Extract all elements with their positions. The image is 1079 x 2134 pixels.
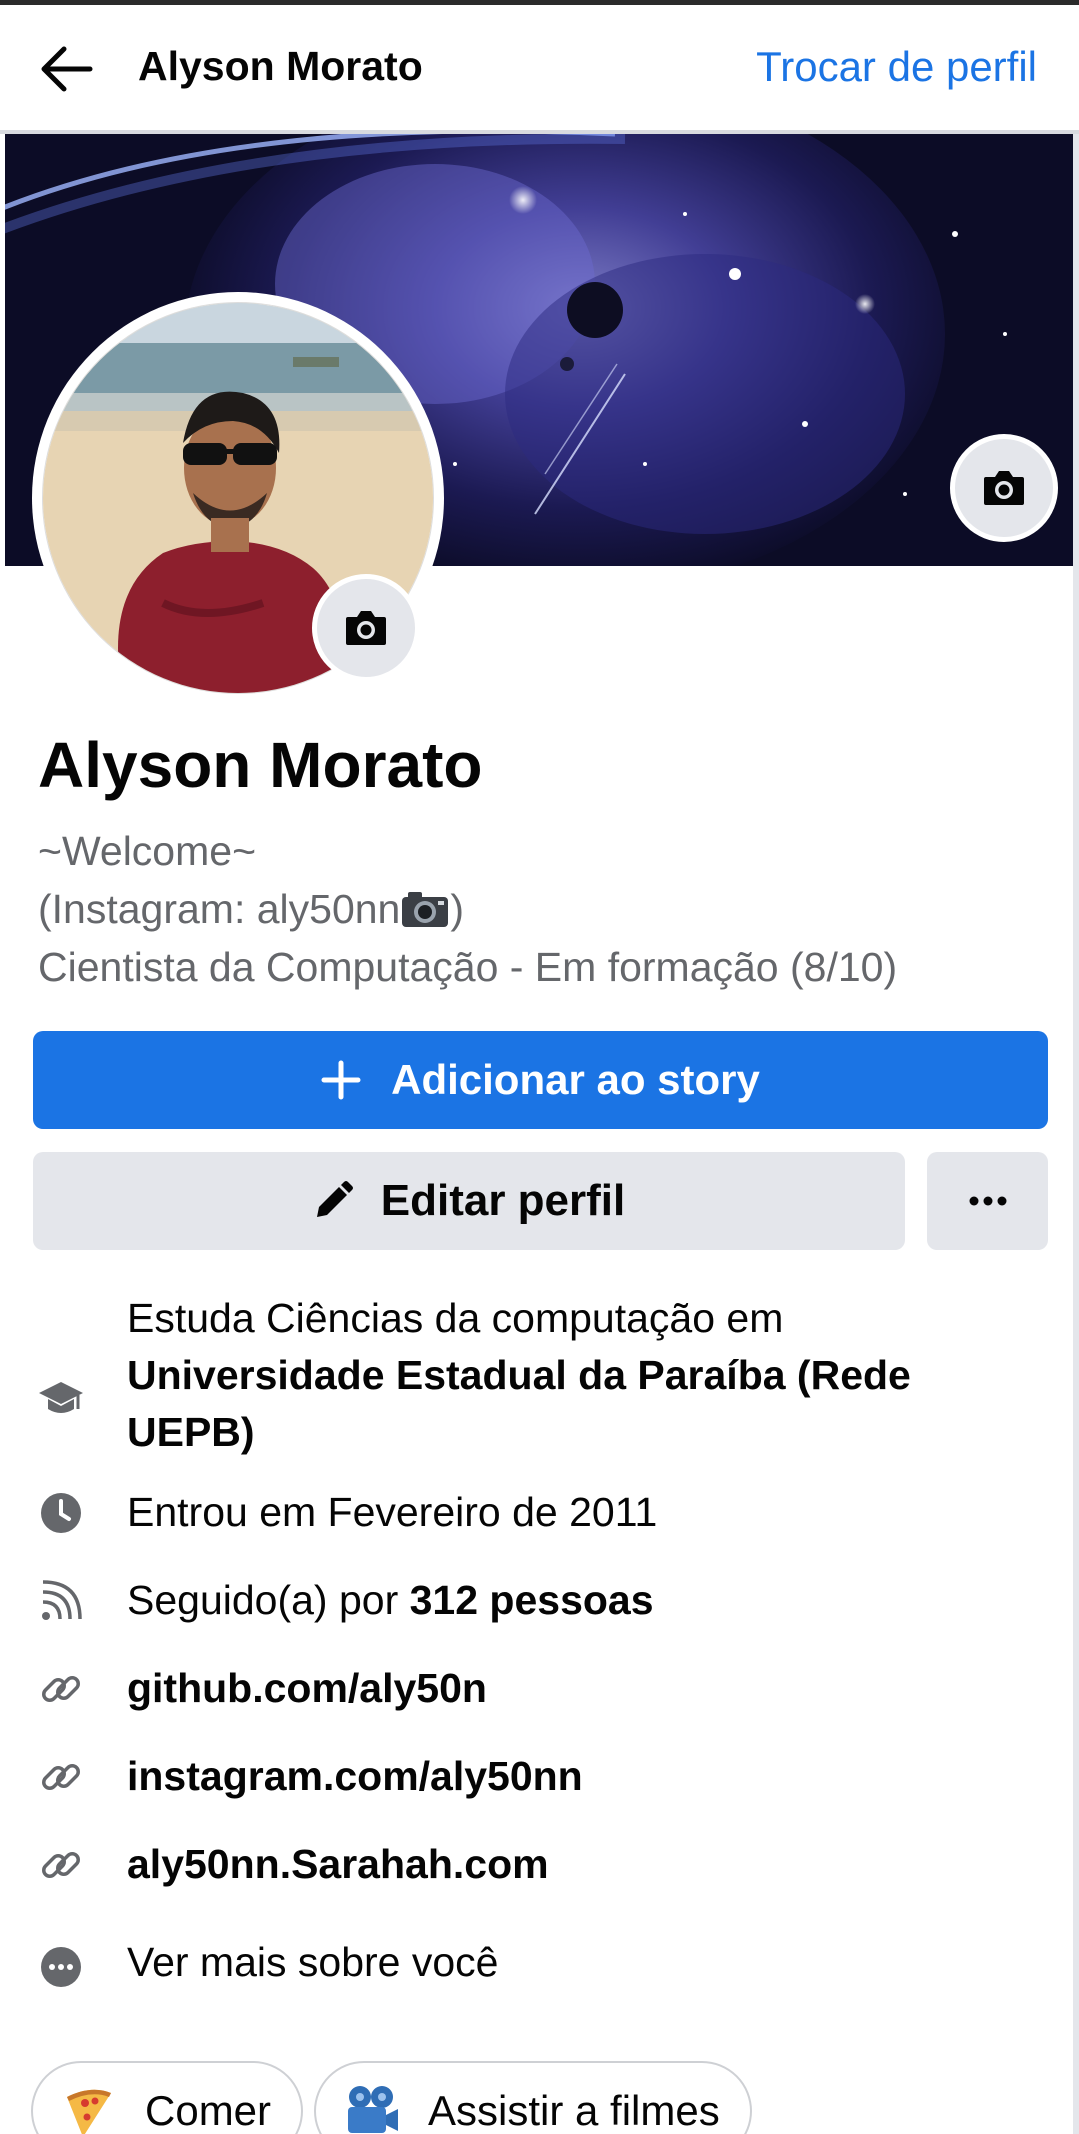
add-to-story-label: Adicionar ao story — [391, 1056, 760, 1103]
hobby-label: Assistir a filmes — [428, 2087, 720, 2134]
ellipsis-icon — [969, 1196, 1006, 1206]
hobby-chip[interactable]: Assistir a filmes — [314, 2061, 752, 2134]
more-options-button[interactable] — [927, 1152, 1048, 1250]
profile-name: Alyson Morato — [38, 729, 483, 801]
camera-emoji-icon — [400, 886, 450, 927]
edit-profile-label: Editar perfil — [380, 1176, 626, 1225]
more-dots-circle-icon — [36, 1942, 86, 1992]
education-text: Estuda Ciências da computação em — [127, 1295, 784, 1341]
plus-icon — [321, 1060, 361, 1100]
profile-picture-camera-icon[interactable] — [312, 574, 420, 682]
joined-text: Entrou em Fevereiro de 2011 — [127, 1489, 658, 1535]
hobby-chip[interactable]: Comer — [31, 2061, 304, 2134]
education-school-cont[interactable]: UEPB) — [127, 1404, 255, 1461]
pencil-icon — [316, 1181, 353, 1217]
edit-profile-button[interactable]: Editar perfil — [33, 1152, 905, 1250]
cover-camera-icon[interactable] — [950, 434, 1058, 542]
back-arrow-icon[interactable] — [36, 41, 96, 97]
link-icon — [36, 1664, 86, 1714]
graduation-cap-icon — [36, 1374, 86, 1424]
see-more-text: Ver mais sobre você — [127, 1939, 499, 1985]
rss-followers-icon — [36, 1576, 86, 1626]
header-title: Alyson Morato — [138, 43, 423, 89]
top-bar: Alyson Morato Trocar de perfil — [0, 5, 1079, 130]
pizza-icon — [61, 2083, 117, 2134]
clock-icon — [36, 1488, 86, 1538]
followers-text: Seguido(a) por 312 pessoas — [127, 1577, 654, 1623]
bio-line-2: (Instagram: aly50nn) — [38, 880, 897, 938]
switch-profile-link[interactable]: Trocar de perfil — [756, 43, 1037, 91]
profile-bio: ~Welcome~ (Instagram: aly50nn) Cientista… — [38, 822, 897, 996]
link-instagram[interactable]: instagram.com/aly50nn — [127, 1748, 583, 1805]
bio-line-2-end: ) — [450, 886, 465, 932]
bio-line-3: Cientista da Computação - Em formação (8… — [38, 944, 898, 990]
link-icon — [36, 1752, 86, 1802]
bio-line-1: ~Welcome~ — [38, 828, 257, 874]
add-to-story-button[interactable]: Adicionar ao story — [33, 1031, 1048, 1129]
page-edge — [1073, 134, 1079, 2134]
education-school[interactable]: Universidade Estadual da Paraíba (Rede — [127, 1347, 911, 1404]
film-camera-icon — [344, 2083, 400, 2134]
link-github[interactable]: github.com/aly50n — [127, 1660, 487, 1717]
hobby-label: Comer — [145, 2087, 272, 2134]
followers-count: 312 pessoas — [409, 1577, 654, 1623]
link-sarahah[interactable]: aly50nn.Sarahah.com — [127, 1836, 549, 1893]
bio-line-2-text: (Instagram: aly50nn — [38, 886, 401, 932]
link-icon — [36, 1840, 86, 1890]
